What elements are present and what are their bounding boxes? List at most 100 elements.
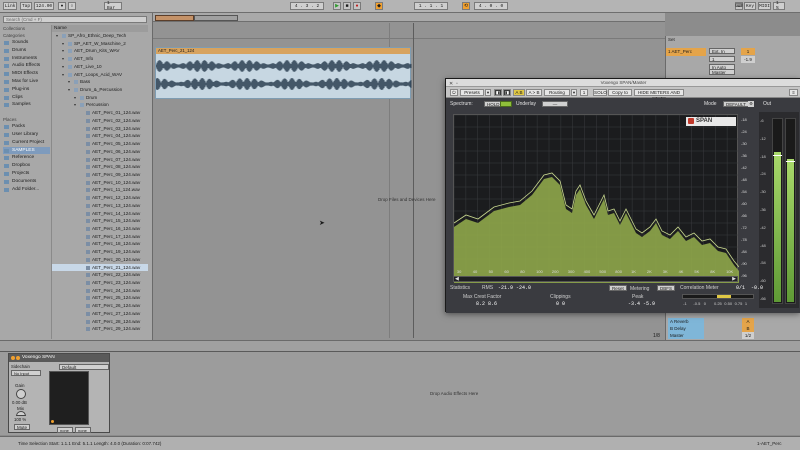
output-select[interactable]: Master xyxy=(709,69,735,75)
file-row[interactable]: AET_Perc_12_124.wav xyxy=(52,194,148,202)
device-preset-select[interactable]: Default xyxy=(59,364,109,370)
file-row[interactable]: AET_Perc_09_124.wav xyxy=(52,171,148,179)
file-row[interactable]: AET_Perc_24_124.wav xyxy=(52,287,148,295)
folder-row[interactable]: ▾ Percussion xyxy=(52,101,148,109)
hold-toggle[interactable] xyxy=(500,101,512,107)
program-select-1[interactable]: none xyxy=(57,427,73,433)
category-plug-ins[interactable]: Plug-ins xyxy=(3,86,50,94)
file-row[interactable]: AET_Perc_20_124.wav xyxy=(52,256,148,264)
place-dropbox[interactable]: Dropbox xyxy=(3,162,50,170)
file-row[interactable]: AET_Perc_16_124.wav xyxy=(52,225,148,233)
file-row[interactable]: AET_Perc_01_124.wav xyxy=(52,109,148,117)
input-channel-select[interactable]: 1 xyxy=(709,56,735,62)
play-button[interactable]: ▶ xyxy=(333,2,341,10)
correlation-mode[interactable]: 0/1 xyxy=(736,285,745,291)
frequency-scroll[interactable]: ◀ ▶ xyxy=(453,276,738,282)
loop-switch-icon[interactable]: ⟲ xyxy=(462,2,470,10)
track-number[interactable]: 1 xyxy=(741,48,755,55)
file-row[interactable]: AET_Perc_23_124.wav xyxy=(52,279,148,287)
file-row[interactable]: AET_Perc_02_124.wav xyxy=(52,117,148,125)
place-current-project[interactable]: Current Project xyxy=(3,139,50,147)
disclosure-icon[interactable]: ▾ xyxy=(62,47,64,55)
plugin-window-titlebar[interactable]: ✕ ▫ Voxengo SPAN/Master xyxy=(446,79,800,87)
disclosure-icon[interactable]: ▾ xyxy=(74,94,76,102)
hide-meters-button[interactable]: HIDE METERS AND STATS xyxy=(634,89,684,101)
audio-clip[interactable]: AET_Perc_21_124 xyxy=(155,47,412,99)
disclosure-icon[interactable]: ▾ xyxy=(62,40,64,48)
file-row[interactable]: AET_Perc_18_124.wav xyxy=(52,240,148,248)
presets-menu-icon[interactable]: ▾ xyxy=(485,89,491,96)
device-title[interactable]: Voxengo SPAN xyxy=(9,354,109,362)
loop-start-field[interactable]: 1 . 1 . 1 xyxy=(414,2,448,10)
metering-select[interactable]: DBFS xyxy=(657,285,676,291)
folder-row[interactable]: ▾ Drum_&_Percussion xyxy=(52,86,148,94)
folder-row[interactable]: ▾ Bass xyxy=(52,78,148,86)
file-row[interactable]: AET_Perc_10_124.wav xyxy=(52,179,148,187)
copy-to-button[interactable]: Copy to xyxy=(608,89,632,96)
scroll-right-icon[interactable]: ▶ xyxy=(732,276,736,282)
file-row[interactable]: AET_Perc_26_124.wav xyxy=(52,302,148,310)
overview-region[interactable] xyxy=(194,15,238,21)
volume-field[interactable]: -1.9 xyxy=(741,56,755,63)
folder-row[interactable]: ▾ AET_Info xyxy=(52,55,148,63)
file-row[interactable]: AET_Perc_25_124.wav xyxy=(52,294,148,302)
place-reference[interactable]: Reference xyxy=(3,154,50,162)
file-row[interactable]: AET_Perc_07_124.wav xyxy=(52,156,148,164)
disclosure-icon[interactable]: ▾ xyxy=(62,55,64,63)
redo-icon[interactable]: ◨ xyxy=(503,89,511,96)
category-sounds[interactable]: Sounds xyxy=(3,39,50,47)
file-row[interactable]: AET_Perc_05_124.wav xyxy=(52,140,148,148)
master-out-select[interactable]: 1/2 xyxy=(742,332,754,339)
file-row[interactable]: AET_Perc_22_124.wav xyxy=(52,271,148,279)
send-a-button[interactable]: A xyxy=(742,318,754,325)
master-track[interactable]: Master xyxy=(668,332,704,339)
category-clips[interactable]: Clips xyxy=(3,94,50,102)
quantize-menu[interactable]: 1 Bar xyxy=(104,1,122,11)
panel-divider[interactable] xyxy=(0,340,800,351)
file-row[interactable]: AET_Perc_29_124.wav xyxy=(52,325,148,333)
return-a-reverb[interactable]: A Reverb xyxy=(668,318,704,325)
mix-knob[interactable] xyxy=(16,411,26,416)
mode-select[interactable]: DEFAULT xyxy=(723,101,749,107)
file-row[interactable]: AET_Perc_14_124.wav xyxy=(52,210,148,218)
place-packs[interactable]: Packs xyxy=(3,123,50,131)
category-drums[interactable]: Drums xyxy=(3,47,50,55)
scroll-left-icon[interactable]: ◀ xyxy=(455,276,459,282)
disclosure-icon[interactable]: ▾ xyxy=(68,78,70,86)
place-documents[interactable]: Documents xyxy=(3,178,50,186)
disclosure-icon[interactable]: ▾ xyxy=(68,86,70,94)
disclosure-icon[interactable]: ▾ xyxy=(74,101,76,109)
tap-button[interactable]: Tap xyxy=(20,2,32,10)
category-audio-effects[interactable]: Audio Effects xyxy=(3,62,50,70)
file-row[interactable]: AET_Perc_17_124.wav xyxy=(52,233,148,241)
position-field[interactable]: 4 . 3 . 2 xyxy=(290,2,324,10)
file-row[interactable]: AET_Perc_28_124.wav xyxy=(52,318,148,326)
folder-row[interactable]: ▾ SP_Afro_Ethnic_Deep_Tech xyxy=(52,32,148,40)
name-column-header[interactable]: Name xyxy=(52,25,148,32)
file-row[interactable]: AET_Perc_06_124.wav xyxy=(52,148,148,156)
program-select-2[interactable]: none xyxy=(75,427,91,433)
file-row[interactable]: AET_Perc_27_124.wav xyxy=(52,310,148,318)
tempo-field[interactable]: 124.00 xyxy=(34,2,54,10)
key-map-button[interactable]: Key xyxy=(744,2,756,10)
send-b-button[interactable]: B xyxy=(742,325,754,332)
loop-length-field[interactable]: 4 . 0 . 0 xyxy=(474,2,508,10)
input-type-select[interactable]: Ext. In xyxy=(709,48,735,54)
device-wrench-icon[interactable] xyxy=(16,356,20,360)
file-row[interactable]: AET_Perc_13_124.wav xyxy=(52,202,148,210)
category-samples[interactable]: Samples xyxy=(3,101,50,109)
return-b-delay[interactable]: B Delay xyxy=(668,325,704,332)
device-plugin-display[interactable] xyxy=(49,371,89,425)
settings-gear-icon[interactable]: ⚙ xyxy=(748,101,754,107)
metronome-icon[interactable]: ● xyxy=(58,2,66,10)
category-midi-effects[interactable]: MIDI Effects xyxy=(3,70,50,78)
folder-row[interactable]: ▾ SP_AET_W_Maschine_2 xyxy=(52,40,148,48)
track-title[interactable]: 1 AET_Perc xyxy=(666,48,706,56)
loop-brace[interactable] xyxy=(155,15,194,21)
span-device[interactable]: Voxengo SPAN Sidechain No Input Default … xyxy=(8,353,110,433)
reset-button[interactable]: Reset xyxy=(609,285,627,291)
ab-compare-button[interactable]: A B xyxy=(513,89,525,96)
category-instruments[interactable]: Instruments xyxy=(3,55,50,63)
mute-button[interactable]: Mute xyxy=(14,424,30,430)
folder-row[interactable]: ▾ AET_Loops_Acid_WAV xyxy=(52,71,148,79)
